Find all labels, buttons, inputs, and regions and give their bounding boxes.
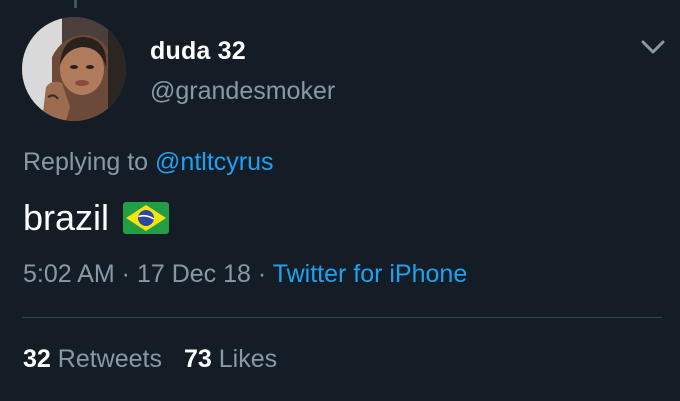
chevron-down-icon[interactable] bbox=[640, 36, 666, 58]
display-name[interactable]: duda 32 bbox=[150, 37, 246, 66]
divider bbox=[22, 317, 662, 318]
avatar[interactable] bbox=[22, 17, 126, 121]
meta-separator: · bbox=[114, 260, 137, 288]
tweet-date[interactable]: 17 Dec 18 bbox=[137, 260, 251, 288]
user-handle[interactable]: @grandesmoker bbox=[150, 77, 335, 106]
retweets-count: 32 bbox=[23, 345, 51, 373]
tweet-meta: 5:02 AM · 17 Dec 18 · Twitter for iPhone bbox=[23, 260, 467, 289]
retweets-label: Retweets bbox=[57, 345, 162, 373]
likes-stat[interactable]: 73 Likes bbox=[184, 345, 277, 373]
tweet-source-link[interactable]: Twitter for iPhone bbox=[273, 260, 468, 288]
tweet-stats: 32 Retweets 73 Likes bbox=[23, 345, 277, 374]
avatar-image bbox=[22, 17, 126, 121]
tweet-time[interactable]: 5:02 AM bbox=[23, 260, 115, 288]
mention-link[interactable]: @ntltcyrus bbox=[155, 148, 273, 176]
retweets-stat[interactable]: 32 Retweets bbox=[23, 345, 162, 373]
likes-label: Likes bbox=[218, 345, 278, 373]
replying-to: Replying to @ntltcyrus bbox=[23, 148, 274, 177]
tweet-text: brazil bbox=[23, 197, 110, 238]
brazil-flag-icon bbox=[123, 202, 170, 234]
meta-separator: · bbox=[250, 260, 273, 288]
thread-connector-line bbox=[74, 0, 77, 8]
tweet-body: brazil bbox=[23, 197, 170, 239]
replying-to-label: Replying to bbox=[23, 148, 149, 176]
likes-count: 73 bbox=[183, 345, 212, 373]
